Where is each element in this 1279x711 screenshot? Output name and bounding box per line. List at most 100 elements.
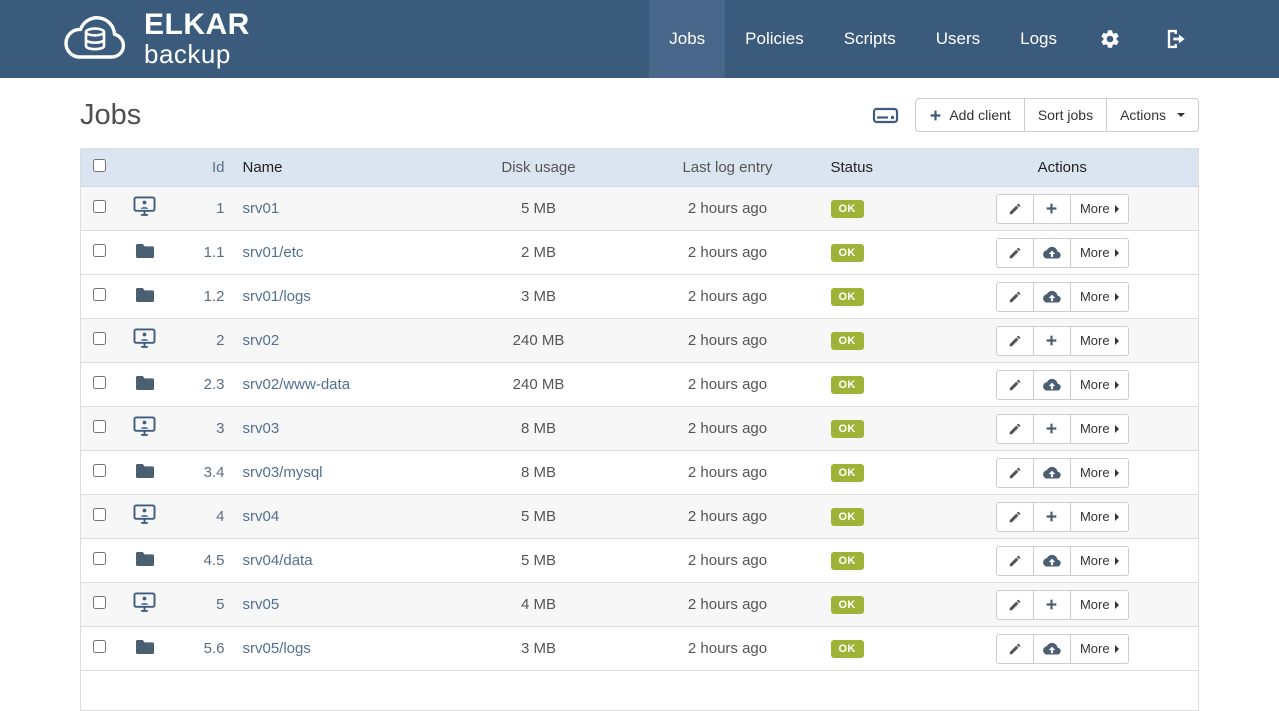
row-checkbox[interactable] xyxy=(93,244,106,257)
row-checkbox[interactable] xyxy=(93,288,106,301)
more-button[interactable]: More xyxy=(1070,590,1129,620)
status-badge: OK xyxy=(831,552,864,570)
row-name-link[interactable]: srv01/logs xyxy=(243,288,311,305)
more-button[interactable]: More xyxy=(1070,502,1129,532)
add-job-button[interactable] xyxy=(1033,326,1071,356)
actions-label: Actions xyxy=(1120,107,1166,123)
edit-button[interactable] xyxy=(996,238,1034,268)
row-disk-usage: 8 MB xyxy=(439,451,639,495)
run-backup-button[interactable] xyxy=(1033,238,1071,268)
actions-dropdown-button[interactable]: Actions xyxy=(1106,98,1199,132)
nav-item-logs[interactable]: Logs xyxy=(1000,0,1077,78)
row-disk-usage: 240 MB xyxy=(439,319,639,363)
edit-button[interactable] xyxy=(996,458,1034,488)
more-label: More xyxy=(1080,465,1110,480)
row-name-link[interactable]: srv02/www-data xyxy=(243,376,351,393)
more-button[interactable]: More xyxy=(1070,326,1129,356)
row-name-link[interactable]: srv05/logs xyxy=(243,640,311,657)
edit-button[interactable] xyxy=(996,634,1034,664)
more-button[interactable]: More xyxy=(1070,458,1129,488)
more-button[interactable]: More xyxy=(1070,414,1129,444)
row-last-log-entry: 2 hours ago xyxy=(639,407,817,451)
table-row: 5 srv05 4 MB 2 hours ago OK xyxy=(81,583,1199,627)
page-title: Jobs xyxy=(80,99,141,132)
row-last-log-entry: 2 hours ago xyxy=(639,319,817,363)
edit-button[interactable] xyxy=(996,194,1034,224)
triangle-right-icon xyxy=(1115,293,1119,301)
more-button[interactable]: More xyxy=(1070,194,1129,224)
nav-item-scripts[interactable]: Scripts xyxy=(824,0,916,78)
logout-button[interactable] xyxy=(1143,0,1209,78)
run-backup-button[interactable] xyxy=(1033,458,1071,488)
logout-icon xyxy=(1165,29,1187,49)
add-job-button[interactable] xyxy=(1033,502,1071,532)
row-checkbox[interactable] xyxy=(93,596,106,609)
row-checkbox[interactable] xyxy=(93,552,106,565)
row-checkbox[interactable] xyxy=(93,332,106,345)
add-job-button[interactable] xyxy=(1033,414,1071,444)
row-checkbox[interactable] xyxy=(93,640,106,653)
plus-icon xyxy=(1045,510,1058,523)
nav-item-policies[interactable]: Policies xyxy=(725,0,824,78)
storage-usage-button[interactable] xyxy=(872,104,899,127)
row-checkbox[interactable] xyxy=(93,376,106,389)
edit-button[interactable] xyxy=(996,370,1034,400)
pencil-icon xyxy=(1008,510,1022,524)
add-job-button[interactable] xyxy=(1033,590,1071,620)
folder-icon xyxy=(135,642,155,659)
row-checkbox[interactable] xyxy=(93,200,106,213)
edit-button[interactable] xyxy=(996,282,1034,312)
more-button[interactable]: More xyxy=(1070,634,1129,664)
edit-button[interactable] xyxy=(996,414,1034,444)
more-button[interactable]: More xyxy=(1070,546,1129,576)
sort-jobs-button[interactable]: Sort jobs xyxy=(1024,98,1107,132)
more-button[interactable]: More xyxy=(1070,370,1129,400)
edit-button[interactable] xyxy=(996,326,1034,356)
row-checkbox[interactable] xyxy=(93,508,106,521)
run-backup-button[interactable] xyxy=(1033,546,1071,576)
status-badge: OK xyxy=(831,200,864,218)
more-button[interactable]: More xyxy=(1070,238,1129,268)
table-row: 5.6 srv05/logs 3 MB 2 hours ago OK xyxy=(81,627,1199,671)
row-name-link[interactable]: srv03/mysql xyxy=(243,464,323,481)
nav-item-users[interactable]: Users xyxy=(916,0,1000,78)
more-label: More xyxy=(1080,509,1110,524)
run-backup-button[interactable] xyxy=(1033,370,1071,400)
folder-icon xyxy=(135,246,155,263)
row-checkbox[interactable] xyxy=(93,464,106,477)
edit-button[interactable] xyxy=(996,546,1034,576)
settings-button[interactable] xyxy=(1077,0,1143,78)
more-button[interactable]: More xyxy=(1070,282,1129,312)
run-backup-button[interactable] xyxy=(1033,282,1071,312)
gear-icon xyxy=(1099,28,1121,50)
row-name-link[interactable]: srv05 xyxy=(243,596,280,613)
more-label: More xyxy=(1080,289,1110,304)
row-last-log-entry: 2 hours ago xyxy=(639,231,817,275)
add-job-button[interactable] xyxy=(1033,194,1071,224)
cloud-logo-icon xyxy=(58,12,132,66)
row-disk-usage: 3 MB xyxy=(439,627,639,671)
row-name-link[interactable]: srv04/data xyxy=(243,552,313,569)
row-checkbox[interactable] xyxy=(93,420,106,433)
pencil-icon xyxy=(1008,246,1022,260)
more-label: More xyxy=(1080,245,1110,260)
row-action-group: More xyxy=(996,634,1129,664)
edit-button[interactable] xyxy=(996,590,1034,620)
row-id: 5.6 xyxy=(171,627,233,671)
select-all-checkbox[interactable] xyxy=(93,159,106,172)
nav-item-jobs[interactable]: Jobs xyxy=(649,0,725,78)
row-name-link[interactable]: srv02 xyxy=(243,332,280,349)
row-name-link[interactable]: srv04 xyxy=(243,508,280,525)
row-name-link[interactable]: srv01 xyxy=(243,200,280,217)
row-id: 4 xyxy=(171,495,233,539)
brand-link[interactable]: ELKAR backup xyxy=(58,10,250,67)
toolbar: Add client Sort jobs Actions xyxy=(872,98,1199,132)
plus-icon xyxy=(1045,422,1058,435)
triangle-right-icon xyxy=(1115,381,1119,389)
table-row: 1.2 srv01/logs 3 MB 2 hours ago OK xyxy=(81,275,1199,319)
run-backup-button[interactable] xyxy=(1033,634,1071,664)
row-name-link[interactable]: srv01/etc xyxy=(243,244,304,261)
add-client-button[interactable]: Add client xyxy=(915,98,1024,132)
row-name-link[interactable]: srv03 xyxy=(243,420,280,437)
edit-button[interactable] xyxy=(996,502,1034,532)
